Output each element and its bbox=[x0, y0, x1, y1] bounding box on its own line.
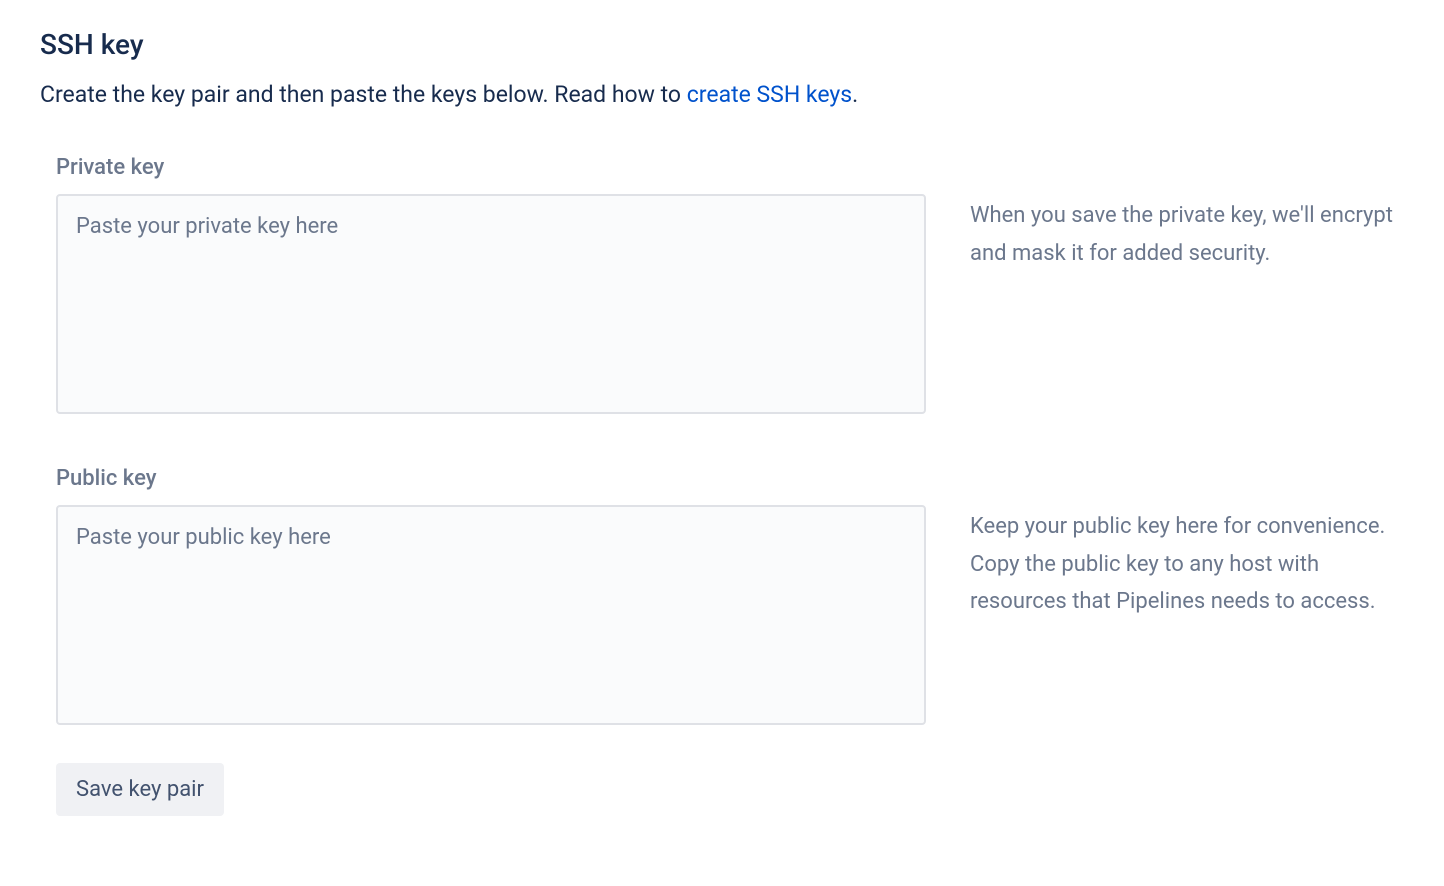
public-key-help: Keep your public key here for convenienc… bbox=[970, 508, 1404, 620]
private-key-input[interactable] bbox=[56, 194, 926, 414]
ssh-key-form: Private key When you save the private ke… bbox=[40, 155, 1404, 816]
page-heading: SSH key bbox=[40, 28, 1404, 61]
private-key-label: Private key bbox=[56, 155, 926, 180]
save-key-pair-button[interactable]: Save key pair bbox=[56, 763, 224, 816]
create-ssh-keys-link[interactable]: create SSH keys bbox=[687, 81, 852, 108]
intro-text: Create the key pair and then paste the k… bbox=[40, 79, 1404, 111]
intro-suffix: . bbox=[852, 81, 858, 108]
public-key-row: Public key Keep your public key here for… bbox=[56, 466, 1404, 729]
public-key-label: Public key bbox=[56, 466, 926, 491]
private-key-help: When you save the private key, we'll enc… bbox=[970, 197, 1404, 272]
private-key-row: Private key When you save the private ke… bbox=[56, 155, 1404, 418]
public-key-input[interactable] bbox=[56, 505, 926, 725]
intro-prefix: Create the key pair and then paste the k… bbox=[40, 81, 687, 108]
